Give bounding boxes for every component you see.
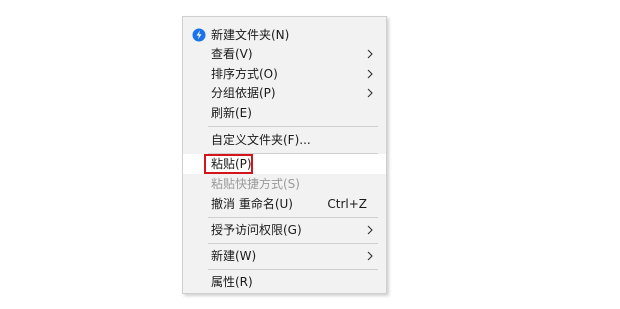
menu-item-customize-folder[interactable]: 自定义文件夹(F)... — [183, 130, 386, 150]
menu-item-label: 刷新(E) — [211, 106, 252, 120]
menu-item-view[interactable]: 查看(V) — [183, 44, 386, 64]
chevron-right-icon — [367, 225, 373, 235]
menu-item-give-access[interactable]: 授予访问权限(G) — [183, 220, 386, 240]
menu-item-properties[interactable]: 属性(R) — [183, 272, 386, 292]
menu-item-label: 查看(V) — [211, 47, 253, 61]
menu-separator — [208, 269, 378, 270]
menu-item-label: 自定义文件夹(F)... — [211, 133, 311, 147]
chevron-right-icon — [367, 69, 373, 79]
menu-item-label: 授予访问权限(G) — [211, 223, 302, 237]
menu-item-label: 撤消 重命名(U) — [211, 197, 293, 211]
menu-item-undo-rename[interactable]: 撤消 重命名(U) Ctrl+Z — [183, 194, 386, 214]
menu-item-new-folder[interactable]: 新建文件夹(N) — [183, 25, 386, 45]
chevron-right-icon — [367, 251, 373, 261]
menu-item-group-by[interactable]: 分组依据(P) — [183, 83, 386, 103]
menu-item-paste-shortcut[interactable]: 粘贴快捷方式(S) — [183, 174, 386, 194]
menu-item-shortcut: Ctrl+Z — [327, 197, 367, 211]
menu-item-sort-by[interactable]: 排序方式(O) — [183, 64, 386, 84]
menu-item-label: 排序方式(O) — [211, 67, 278, 81]
chevron-right-icon — [367, 88, 373, 98]
menu-item-label: 分组依据(P) — [211, 86, 276, 100]
menu-item-new[interactable]: 新建(W) — [183, 246, 386, 266]
menu-separator — [208, 126, 378, 127]
menu-item-label: 属性(R) — [211, 275, 253, 289]
chevron-right-icon — [367, 49, 373, 59]
new-folder-icon — [192, 28, 206, 42]
menu-item-refresh[interactable]: 刷新(E) — [183, 103, 386, 123]
menu-separator — [208, 243, 378, 244]
menu-item-label: 新建(W) — [211, 249, 257, 263]
menu-separator — [208, 217, 378, 218]
context-menu: 新建文件夹(N) 查看(V) 排序方式(O) 分组依据(P) 刷新(E) 自定义… — [182, 16, 387, 294]
menu-item-label: 粘贴(P) — [211, 157, 252, 171]
menu-item-paste[interactable]: 粘贴(P) — [183, 154, 386, 174]
menu-item-label: 粘贴快捷方式(S) — [211, 177, 300, 191]
menu-item-label: 新建文件夹(N) — [211, 28, 290, 42]
